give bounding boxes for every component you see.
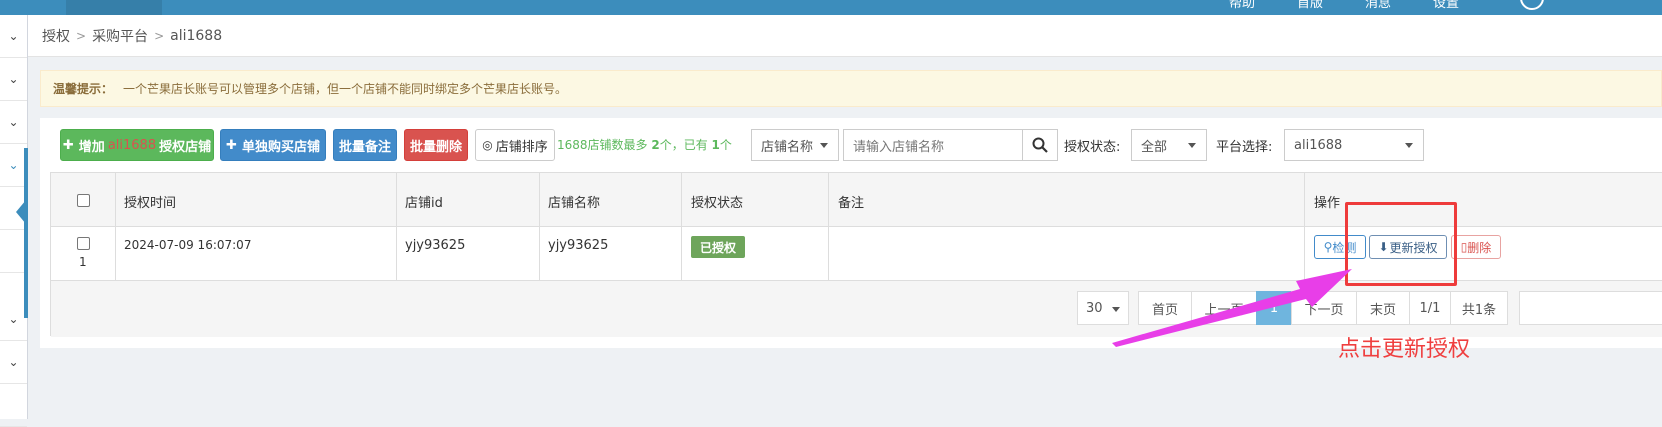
caret-down-icon (820, 143, 828, 148)
status-badge: 已授权 (691, 236, 745, 258)
auth-status-select[interactable]: 全部 (1131, 129, 1207, 161)
chevron-right-icon: > (154, 28, 165, 43)
platform-value: ali1688 (1294, 137, 1343, 153)
plus-icon: ✚ (62, 137, 74, 153)
last-page-button[interactable]: 末页 (1356, 291, 1410, 325)
breadcrumb-item-purchase[interactable]: 采购平台 (92, 26, 148, 46)
row-auth-time: 2024-07-09 16:07:07 (124, 238, 252, 252)
buy-shop-button[interactable]: ✚ 单独购买店铺 (220, 129, 326, 161)
pointer-arrow-icon (1112, 269, 1352, 347)
jump-page-input[interactable] (1519, 291, 1662, 325)
info-max: 2 (651, 138, 660, 152)
batch-delete-button[interactable]: 批量删除 (404, 129, 468, 161)
shop-name-search-input[interactable]: 请输入店铺名称 (843, 129, 1023, 161)
delete-label: 删除 (1467, 240, 1492, 255)
auth-status-value: 全部 (1141, 139, 1168, 155)
sidebar-item-8[interactable]: ⌄ (0, 341, 27, 384)
caret-down-icon (1188, 143, 1196, 148)
select-all-checkbox[interactable] (77, 194, 90, 207)
shop-sort-button[interactable]: ◎ 店铺排序 (475, 129, 555, 161)
info-text-c: 个 (719, 138, 732, 152)
annotation-text: 点击更新授权 (1338, 337, 1471, 362)
info-have: 1 (711, 138, 720, 152)
sidebar-active-indicator (24, 148, 28, 318)
info-text-a: 1688店铺数最多 (557, 138, 652, 152)
header-operations: 操作 (1314, 196, 1341, 211)
navbar-active-tab[interactable] (66, 0, 162, 15)
caret-down-icon (1405, 143, 1413, 148)
breadcrumb: 授权 > 采购平台 > ali1688 (28, 15, 1662, 57)
chevron-down-icon: ⌄ (8, 158, 19, 172)
breadcrumb-item-ali1688: ali1688 (170, 27, 223, 44)
header-note: 备注 (838, 196, 865, 211)
auth-status-label: 授权状态: (1064, 140, 1121, 155)
chevron-down-icon: ⌄ (8, 115, 19, 129)
column-divider (396, 173, 397, 281)
chevron-right-icon: > (76, 28, 87, 43)
add-authorized-shop-button[interactable]: ✚ 增加 ali1688 授权店铺 (60, 129, 214, 161)
row-checkbox[interactable] (77, 237, 90, 250)
row-index: 1 (79, 255, 87, 269)
chevron-down-icon: ⌄ (8, 355, 19, 369)
tip-label: 温馨提示： (53, 82, 114, 96)
search-placeholder: 请输入店铺名称 (853, 139, 945, 155)
search-icon: ⚲ (1323, 240, 1333, 254)
column-divider (539, 173, 540, 281)
delete-button[interactable]: ▯ 删除 (1451, 235, 1501, 259)
chevron-down-icon: ⌄ (8, 29, 19, 43)
add-platform: ali1688 (107, 137, 157, 153)
sidebar-item-9[interactable] (0, 384, 27, 427)
header-shop-name: 店铺名称 (548, 196, 601, 211)
buy-shop-label: 单独购买店铺 (241, 139, 320, 155)
chevron-down-icon: ⌄ (8, 312, 19, 326)
info-text-b: 个，已有 (659, 138, 712, 152)
platform-label: 平台选择: (1216, 140, 1273, 155)
warning-tip: 温馨提示： 一个芒果店长账号可以管理多个店铺，但一个店铺不能同时绑定多个芒果店长… (40, 70, 1662, 107)
search-field-select[interactable]: 店铺名称 (751, 129, 839, 161)
search-button[interactable] (1022, 129, 1058, 161)
sidebar-item-1[interactable]: ⌄ (0, 15, 27, 58)
user-avatar[interactable] (1520, 0, 1544, 10)
row-shop-id: yjy93625 (405, 238, 466, 253)
page-indicator: 1/1 (1409, 291, 1451, 325)
add-prefix: 增加 (78, 139, 105, 155)
sidebar-item-7[interactable]: ⌄ (0, 298, 27, 341)
sort-icon: ◎ (482, 138, 493, 152)
top-navbar: 帮助 首版 消息 设置 (0, 0, 1662, 15)
sidebar-item-4[interactable]: ⌄ (0, 144, 27, 187)
row-shop-name: yjy93625 (548, 238, 609, 253)
header-auth-time: 授权时间 (124, 196, 177, 211)
sidebar-item-2[interactable]: ⌄ (0, 58, 27, 101)
header-auth-status: 授权状态 (691, 196, 744, 211)
column-divider (681, 173, 682, 281)
nav-settings[interactable]: 设置 (1433, 0, 1459, 11)
highlight-box (1345, 202, 1457, 286)
add-suffix: 授权店铺 (159, 139, 212, 155)
plus-icon: ✚ (226, 137, 237, 153)
platform-select[interactable]: ali1688 (1284, 129, 1424, 161)
column-divider (828, 173, 829, 281)
sidebar-pointer-icon (16, 200, 26, 224)
shop-sort-label: 店铺排序 (495, 139, 548, 155)
shop-count-info: 1688店铺数最多 2个，已有 1个 (557, 136, 732, 153)
search-field-value: 店铺名称 (761, 139, 814, 155)
nav-messages[interactable]: 消息 (1365, 0, 1391, 11)
chevron-down-icon: ⌄ (8, 72, 19, 86)
header-shop-id: 店铺id (405, 196, 443, 211)
search-icon (1032, 137, 1048, 153)
breadcrumb-item-auth[interactable]: 授权 (42, 26, 70, 46)
batch-note-button[interactable]: 批量备注 (333, 129, 397, 161)
column-divider (115, 173, 116, 281)
total-count: 共1条 (1450, 291, 1508, 325)
sidebar-item-6[interactable] (0, 230, 27, 273)
tip-text: 一个芒果店长账号可以管理多个店铺，但一个店铺不能同时绑定多个芒果店长账号。 (123, 82, 568, 96)
sidebar-item-3[interactable]: ⌄ (0, 101, 27, 144)
trash-icon: ▯ (1460, 240, 1468, 254)
nav-help[interactable]: 帮助 (1229, 0, 1255, 11)
nav-home[interactable]: 首版 (1297, 0, 1323, 11)
